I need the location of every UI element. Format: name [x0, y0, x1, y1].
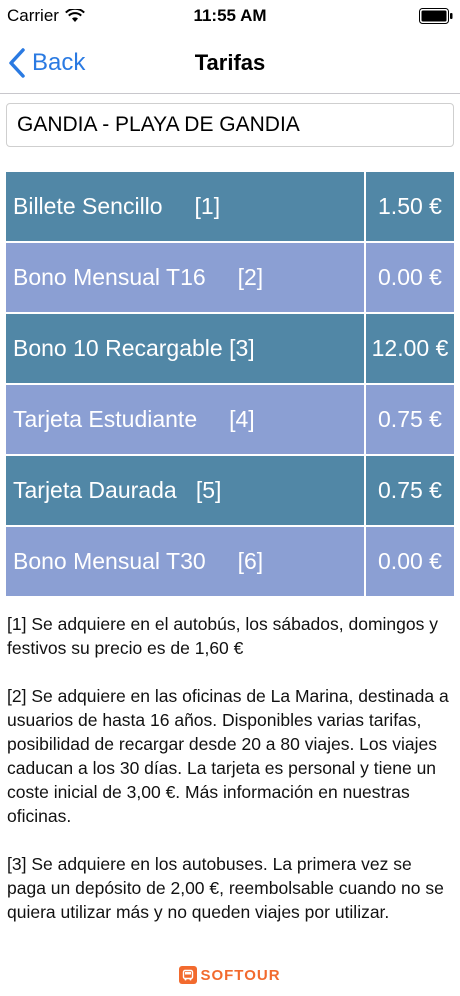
navigation-bar: Back Tarifas	[0, 32, 460, 94]
fare-price: 1.50 €	[366, 172, 454, 241]
fare-name: Bono Mensual T30 [6]	[6, 527, 364, 596]
note-2: [2] Se adquiere en las oficinas de La Ma…	[7, 686, 449, 826]
fare-table: Billete Sencillo [1] 1.50 € Bono Mensual…	[6, 172, 454, 598]
logo-mark-icon	[179, 966, 198, 984]
fare-price: 12.00 €	[366, 314, 454, 383]
fare-name: Billete Sencillo [1]	[6, 172, 364, 241]
status-bar: Carrier 11:55 AM	[0, 0, 460, 32]
fare-name: Bono 10 Recargable [3]	[6, 314, 364, 383]
logo-text: SOFTOUR	[200, 966, 281, 984]
fare-price: 0.75 €	[366, 456, 454, 525]
bus-icon	[183, 969, 194, 981]
route-selector[interactable]: GANDIA - PLAYA DE GANDIA	[6, 103, 454, 147]
status-time: 11:55 AM	[193, 6, 267, 25]
table-row: Bono Mensual T16 [2] 0.00 €	[6, 243, 454, 312]
fare-name: Tarjeta Daurada [5]	[6, 456, 364, 525]
table-row: Tarjeta Daurada [5] 0.75 €	[6, 456, 454, 525]
table-row: Tarjeta Estudiante [4] 0.75 €	[6, 385, 454, 454]
fare-price: 0.00 €	[366, 243, 454, 312]
softour-logo: SOFTOUR	[0, 966, 460, 984]
page-title: Tarifas	[194, 50, 266, 75]
fare-notes: [1] Se adquiere en el autobús, los sábad…	[7, 612, 453, 948]
note-3: [3] Se adquiere en los autobuses. La pri…	[7, 854, 444, 922]
fare-price: 0.75 €	[366, 385, 454, 454]
table-row: Bono 10 Recargable [3] 12.00 €	[6, 314, 454, 383]
fare-name: Bono Mensual T16 [2]	[6, 243, 364, 312]
table-row: Bono Mensual T30 [6] 0.00 €	[6, 527, 454, 596]
note-1: [1] Se adquiere en el autobús, los sábad…	[7, 614, 438, 658]
fare-price: 0.00 €	[366, 527, 454, 596]
battery-icon	[419, 8, 453, 24]
table-row: Billete Sencillo [1] 1.50 €	[6, 172, 454, 241]
fare-name: Tarjeta Estudiante [4]	[6, 385, 364, 454]
